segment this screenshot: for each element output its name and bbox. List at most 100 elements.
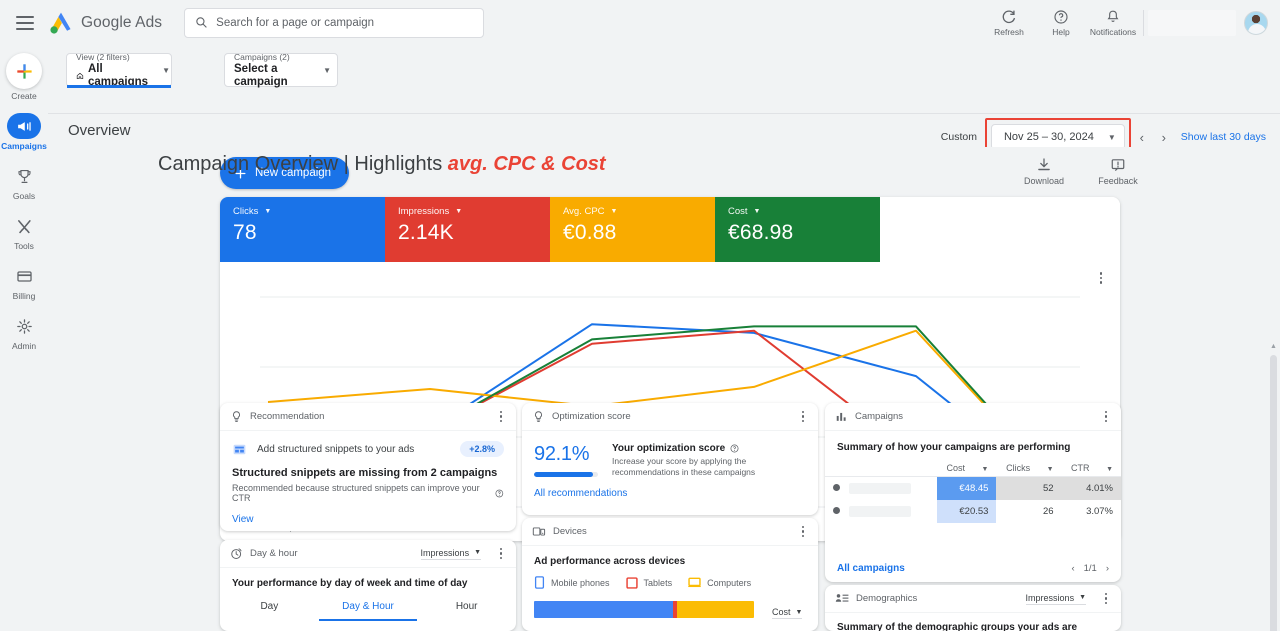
campaigns-options-button[interactable] — [1099, 410, 1113, 423]
chevron-down-icon: ▼ — [474, 549, 481, 556]
help-button[interactable]: Help — [1035, 9, 1087, 37]
page-scrollbar[interactable]: ▲ — [1270, 343, 1277, 631]
metric-tile-impressions[interactable]: Impressions ▼ 2.14K — [385, 197, 550, 262]
recommendation-card: Recommendation Add structured snippets t… — [220, 403, 516, 531]
devices-options-button[interactable] — [796, 525, 810, 538]
recommendation-view-link[interactable]: View — [220, 503, 516, 525]
campaign-clicks-2: 26 — [996, 500, 1062, 524]
tab-day-and-hour[interactable]: Day & Hour — [318, 601, 418, 621]
previous-period-button[interactable]: ‹ — [1131, 130, 1153, 145]
lightbulb-icon — [233, 411, 240, 422]
metric-tile-clicks[interactable]: Clicks ▼ 78 — [220, 197, 385, 262]
campaign-name-redacted — [848, 483, 911, 494]
devices-summary: Ad performance across devices — [534, 556, 686, 567]
campaign-ctr-2: 3.07% — [1061, 500, 1121, 524]
tab-day[interactable]: Day — [220, 601, 319, 621]
search-input[interactable]: Search for a page or campaign — [184, 7, 485, 38]
page-title: Overview — [68, 122, 131, 139]
demographics-card-header: Demographics Impressions ▼ — [825, 585, 1121, 613]
optimization-description: Increase your score by applying the reco… — [612, 456, 756, 477]
scrollbar-thumb[interactable] — [1270, 355, 1277, 631]
billing-icon — [16, 270, 32, 282]
refresh-button[interactable]: Refresh — [983, 9, 1035, 37]
devices-metric-selector[interactable]: Cost ▼ — [772, 607, 803, 619]
sidebar-item-goals[interactable]: Goals — [0, 163, 48, 201]
campaign-selector[interactable]: Campaigns (2) Select a campaign ▼ — [224, 51, 338, 88]
computer-icon — [688, 577, 701, 588]
campaign-selector-value: Select a campaign — [234, 62, 288, 88]
table-row[interactable]: €20.53 26 3.07% — [825, 500, 1121, 524]
demographics-options-button[interactable] — [1099, 592, 1113, 605]
pager-next-button[interactable]: › — [1106, 563, 1109, 574]
devices-stacked-bar — [534, 601, 754, 618]
devices-bar-segment — [676, 601, 754, 618]
optimization-title: Your optimization score — [612, 443, 726, 454]
create-button[interactable] — [6, 53, 42, 89]
pager-page-indicator: 1/1 — [1083, 563, 1097, 574]
campaign-cost-2: €20.53 — [937, 500, 997, 524]
sidebar-item-campaigns[interactable]: Campaigns — [0, 113, 48, 151]
page-banner-title: Campaign Overview | Highlights avg. CPC … — [158, 153, 606, 176]
help-icon[interactable] — [730, 444, 739, 453]
all-recommendations-link[interactable]: All recommendations — [522, 478, 818, 499]
google-ads-logo[interactable]: Google Ads — [48, 11, 162, 35]
day-hour-summary: Your performance by day of week and time… — [232, 578, 468, 589]
metric-tiles-empty — [880, 197, 1120, 262]
help-icon[interactable] — [495, 489, 504, 498]
chevron-down-icon: ▼ — [264, 208, 272, 215]
view-selector[interactable]: View (2 filters) All campaigns ▼ — [66, 52, 172, 88]
campaigns-col-ctr[interactable]: CTR ▼ — [1061, 460, 1121, 477]
tablet-icon — [625, 576, 638, 589]
show-last-30-days-link[interactable]: Show last 30 days — [1181, 131, 1266, 143]
metric-tile-avg-cpc[interactable]: Avg. CPC ▼ €0.88 — [550, 197, 715, 262]
optimization-text-block: Your optimization score Increase your sc… — [612, 443, 806, 478]
recommendation-subtitle: Recommended because structured snippets … — [232, 483, 480, 503]
campaigns-col-clicks[interactable]: Clicks ▼ — [996, 460, 1062, 477]
campaigns-summary: Summary of how your campaigns are perfor… — [837, 442, 1071, 453]
feedback-icon — [1111, 159, 1125, 172]
metric-tile-cost[interactable]: Cost ▼ €68.98 — [715, 197, 880, 262]
account-selector[interactable] — [1148, 9, 1236, 36]
recommendation-item-row: Add structured snippets to your ads +2.8… — [220, 431, 516, 457]
optimization-score-block: 92.1% — [534, 443, 598, 478]
campaigns-icon — [17, 121, 31, 131]
recommendation-options-button[interactable] — [494, 410, 508, 423]
brand-label: Google Ads — [81, 13, 163, 31]
day-hour-card-title: Day & hour — [250, 548, 298, 559]
campaign-clicks-1: 52 — [996, 476, 1062, 501]
refresh-icon — [1002, 9, 1016, 23]
sidebar-item-tools[interactable]: Tools — [0, 213, 48, 251]
tab-hour[interactable]: Hour — [417, 601, 516, 621]
chevron-down-icon: ▼ — [981, 466, 989, 473]
campaigns-col-cost[interactable]: Cost ▼ — [937, 460, 997, 477]
optimization-score-card: Optimization score 92.1% Your optimizati… — [522, 403, 818, 515]
optimization-options-button[interactable] — [796, 410, 810, 423]
feedback-button[interactable]: Feedback — [1090, 157, 1146, 186]
sidebar-item-admin[interactable]: Admin — [0, 313, 48, 351]
chevron-down-icon: ▼ — [323, 65, 331, 75]
sidebar-item-billing[interactable]: Billing — [0, 263, 48, 301]
search-placeholder: Search for a page or campaign — [216, 16, 375, 29]
view-selector-underline — [67, 85, 171, 88]
avatar[interactable] — [1244, 10, 1268, 35]
demographics-metric-selector[interactable]: Impressions ▼ — [1025, 593, 1086, 605]
table-row[interactable]: €48.45 52 4.01% — [825, 476, 1121, 501]
notifications-button[interactable]: Notifications — [1087, 9, 1139, 37]
metric-label-impressions: Impressions — [398, 206, 450, 217]
download-button[interactable]: Download — [1016, 157, 1072, 186]
banner-highlight-text: avg. CPC & Cost — [447, 153, 606, 175]
campaign-selector-caption: Campaigns (2) — [234, 51, 290, 62]
scroll-up-arrow-icon[interactable]: ▲ — [1270, 343, 1277, 350]
left-navigation-rail: Create Campaigns Goals Tools Billing Adm… — [0, 45, 48, 631]
chart-options-button[interactable] — [1094, 272, 1108, 284]
all-campaigns-link[interactable]: All campaigns — [837, 563, 905, 574]
campaign-ctr-1: 4.01% — [1061, 476, 1121, 501]
pager-prev-button[interactable]: ‹ — [1071, 563, 1074, 574]
metric-value-cost: €68.98 — [728, 221, 794, 244]
day-hour-options-button[interactable] — [494, 547, 508, 560]
campaign-name-redacted — [848, 506, 911, 518]
campaign-name-cell-2 — [825, 500, 937, 523]
menu-icon[interactable] — [16, 15, 34, 30]
day-hour-metric-selector[interactable]: Impressions ▼ — [420, 548, 481, 560]
next-period-button[interactable]: › — [1153, 130, 1175, 145]
